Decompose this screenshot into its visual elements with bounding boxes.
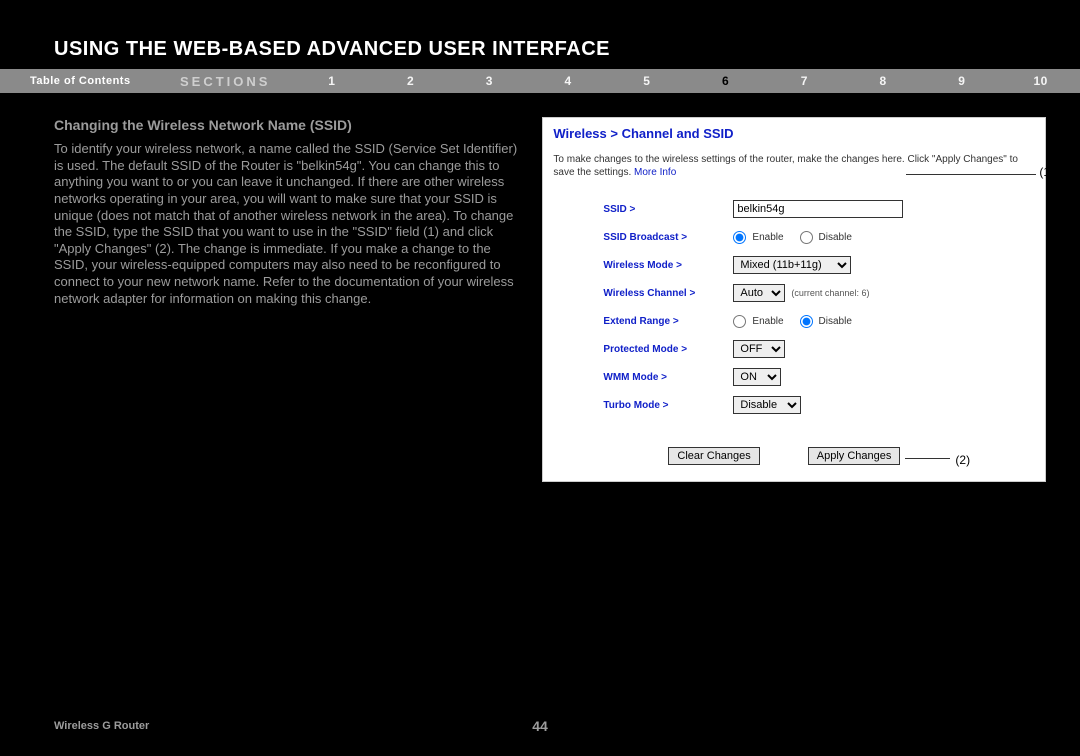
wmm-mode-label: WMM Mode >	[603, 372, 733, 383]
left-column: Changing the Wireless Network Name (SSID…	[54, 117, 522, 482]
extend-range-row: Extend Range > Enable Disable	[603, 307, 1035, 335]
article-body: To identify your wireless network, a nam…	[54, 141, 522, 307]
footer: Wireless G Router 44	[0, 720, 1080, 732]
ssid-broadcast-row: SSID Broadcast > Enable Disable	[603, 223, 1035, 251]
nav-section-2[interactable]: 2	[371, 74, 450, 88]
callout-number-1: (1)	[1039, 165, 1054, 179]
wireless-channel-row: Wireless Channel > Auto (current channel…	[603, 279, 1035, 307]
footer-product: Wireless G Router	[0, 720, 149, 732]
page-title: USING THE WEB-BASED ADVANCED USER INTERF…	[0, 0, 1080, 69]
ssid-broadcast-enable-radio[interactable]	[733, 231, 746, 244]
wireless-mode-label: Wireless Mode >	[603, 260, 733, 271]
extend-range-radios: Enable Disable	[733, 315, 864, 328]
panel-info: To make changes to the wireless settings…	[543, 151, 1045, 183]
nav-sections-label: SECTIONS	[180, 74, 293, 89]
protected-mode-row: Protected Mode > OFF	[603, 335, 1035, 363]
callout-number-2: (2)	[955, 453, 970, 467]
router-ui-screenshot: (1) (2) Wireless > Channel and SSID To m…	[542, 117, 1046, 482]
apply-changes-button[interactable]: Apply Changes	[808, 447, 901, 465]
ssid-row: SSID >	[603, 195, 1035, 223]
callout-line-1	[906, 174, 1036, 175]
nav-section-9[interactable]: 9	[923, 74, 1002, 88]
turbo-mode-select[interactable]: Disable	[733, 396, 801, 414]
protected-mode-label: Protected Mode >	[603, 344, 733, 355]
wireless-mode-row: Wireless Mode > Mixed (11b+11g)	[603, 251, 1035, 279]
clear-changes-button[interactable]: Clear Changes	[668, 447, 759, 465]
callout-line-2	[905, 458, 950, 459]
ssid-broadcast-disable-radio[interactable]	[800, 231, 813, 244]
content-area: Changing the Wireless Network Name (SSID…	[0, 93, 1080, 482]
ssid-input[interactable]	[733, 200, 903, 218]
nav-section-3[interactable]: 3	[450, 74, 529, 88]
wmm-mode-row: WMM Mode > ON	[603, 363, 1035, 391]
nav-bar: Table of Contents SECTIONS 1 2 3 4 5 6 7…	[0, 69, 1080, 93]
ssid-broadcast-disable-label: Disable	[819, 232, 852, 243]
footer-page-number: 44	[532, 718, 548, 734]
extend-range-disable-radio[interactable]	[800, 315, 813, 328]
article-subheading: Changing the Wireless Network Name (SSID…	[54, 117, 522, 133]
protected-mode-select[interactable]: OFF	[733, 340, 785, 358]
ssid-broadcast-enable-label: Enable	[752, 232, 783, 243]
more-info-link[interactable]: More Info	[634, 167, 676, 178]
nav-toc-link[interactable]: Table of Contents	[30, 75, 180, 87]
extend-range-disable-label: Disable	[819, 316, 852, 327]
extend-range-enable-label: Enable	[752, 316, 783, 327]
turbo-mode-row: Turbo Mode > Disable	[603, 391, 1035, 419]
wireless-channel-note: (current channel: 6)	[791, 288, 869, 298]
nav-section-5[interactable]: 5	[608, 74, 687, 88]
nav-section-7[interactable]: 7	[765, 74, 844, 88]
wireless-channel-label: Wireless Channel >	[603, 288, 733, 299]
ssid-broadcast-radios: Enable Disable	[733, 231, 864, 244]
nav-section-10[interactable]: 10	[1001, 74, 1080, 88]
extend-range-enable-radio[interactable]	[733, 315, 746, 328]
turbo-mode-label: Turbo Mode >	[603, 400, 733, 411]
wireless-mode-select[interactable]: Mixed (11b+11g)	[733, 256, 851, 274]
nav-section-8[interactable]: 8	[844, 74, 923, 88]
wmm-mode-select[interactable]: ON	[733, 368, 781, 386]
form-area: SSID > SSID Broadcast > Enable Disable W…	[543, 183, 1045, 429]
nav-section-6[interactable]: 6	[686, 74, 765, 88]
extend-range-label: Extend Range >	[603, 316, 733, 327]
panel-title: Wireless > Channel and SSID	[543, 118, 1045, 151]
nav-section-4[interactable]: 4	[529, 74, 608, 88]
wireless-channel-select[interactable]: Auto	[733, 284, 785, 302]
ssid-broadcast-label: SSID Broadcast >	[603, 232, 733, 243]
nav-section-1[interactable]: 1	[293, 74, 372, 88]
ssid-label: SSID >	[603, 204, 733, 215]
